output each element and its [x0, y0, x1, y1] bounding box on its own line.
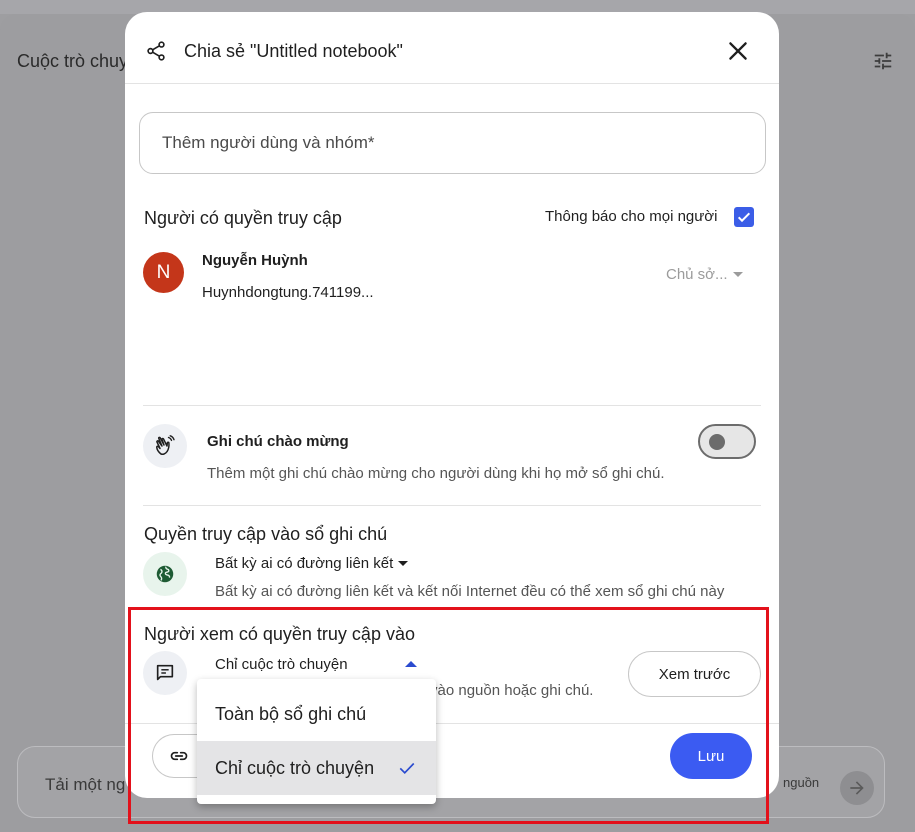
chevron-up-icon — [405, 661, 417, 667]
preview-button[interactable]: Xem trước — [628, 651, 761, 697]
notebook-access-selected: Bất kỳ ai có đường liên kết — [215, 555, 394, 572]
chevron-down-icon — [398, 561, 409, 566]
chat-input-placeholder: Tải một ng — [45, 775, 126, 794]
save-button[interactable]: Lưu — [670, 733, 752, 779]
user-name: Nguyễn Huỳnh — [202, 252, 308, 269]
chat-panel-title: Cuộc trò chuy — [17, 51, 129, 71]
viewer-access-description: vào nguồn hoặc ghi chú. — [430, 682, 594, 699]
add-people-input[interactable] — [139, 112, 766, 174]
divider — [143, 505, 761, 506]
viewer-access-heading: Người xem có quyền truy cập vào — [144, 624, 415, 644]
arrow-right-icon — [850, 781, 864, 795]
share-icon — [147, 41, 165, 61]
chevron-down-icon — [732, 272, 743, 277]
send-button[interactable] — [840, 771, 874, 805]
dialog-title: Chia sẻ "Untitled notebook" — [184, 41, 403, 61]
toggle-knob — [709, 434, 725, 450]
avatar: N — [143, 252, 184, 293]
notify-label: Thông báo cho mọi người — [545, 208, 718, 225]
role-label: Chủ sở... — [666, 266, 728, 283]
welcome-note-description: Thêm một ghi chú chào mừng cho người dùn… — [207, 465, 665, 482]
waving-hand-icon — [156, 435, 175, 456]
welcome-note-title: Ghi chú chào mừng — [207, 433, 349, 450]
menu-item-label: Toàn bộ sổ ghi chú — [215, 703, 367, 724]
welcome-note-toggle[interactable] — [698, 424, 756, 459]
welcome-icon-wrap — [143, 424, 187, 468]
divider — [143, 405, 761, 406]
role-dropdown: Chủ sở... — [666, 266, 743, 283]
viewer-access-menu: Toàn bộ sổ ghi chú Chỉ cuộc trò chuyện — [197, 679, 436, 804]
close-icon[interactable] — [725, 38, 751, 64]
people-access-heading: Người có quyền truy cập — [144, 208, 342, 228]
check-icon — [737, 212, 751, 223]
menu-item-chat-only[interactable]: Chỉ cuộc trò chuyện — [197, 741, 436, 795]
globe-icon-wrap — [143, 552, 187, 596]
menu-item-label: Chỉ cuộc trò chuyện — [215, 757, 375, 778]
menu-item-whole-notebook[interactable]: Toàn bộ sổ ghi chú — [197, 687, 436, 741]
viewer-access-dropdown[interactable]: Chỉ cuộc trò chuyện — [215, 656, 348, 673]
checkmark-icon — [399, 762, 415, 775]
dialog-header: Chia sẻ "Untitled notebook" — [125, 12, 779, 84]
notify-checkbox[interactable] — [734, 207, 754, 227]
notebook-access-description: Bất kỳ ai có đường liên kết và kết nối I… — [215, 583, 725, 600]
tune-icon[interactable] — [872, 50, 894, 72]
link-icon — [170, 751, 188, 761]
notebook-access-heading: Quyền truy cập vào sổ ghi chú — [144, 524, 388, 544]
chat-icon — [156, 664, 174, 681]
chat-icon-wrap — [143, 651, 187, 695]
source-count-label: nguồn — [783, 775, 820, 790]
notebook-access-dropdown[interactable]: Bất kỳ ai có đường liên kết — [215, 555, 409, 572]
globe-icon — [156, 565, 174, 583]
user-email: Huynhdongtung.741199... — [202, 284, 374, 301]
